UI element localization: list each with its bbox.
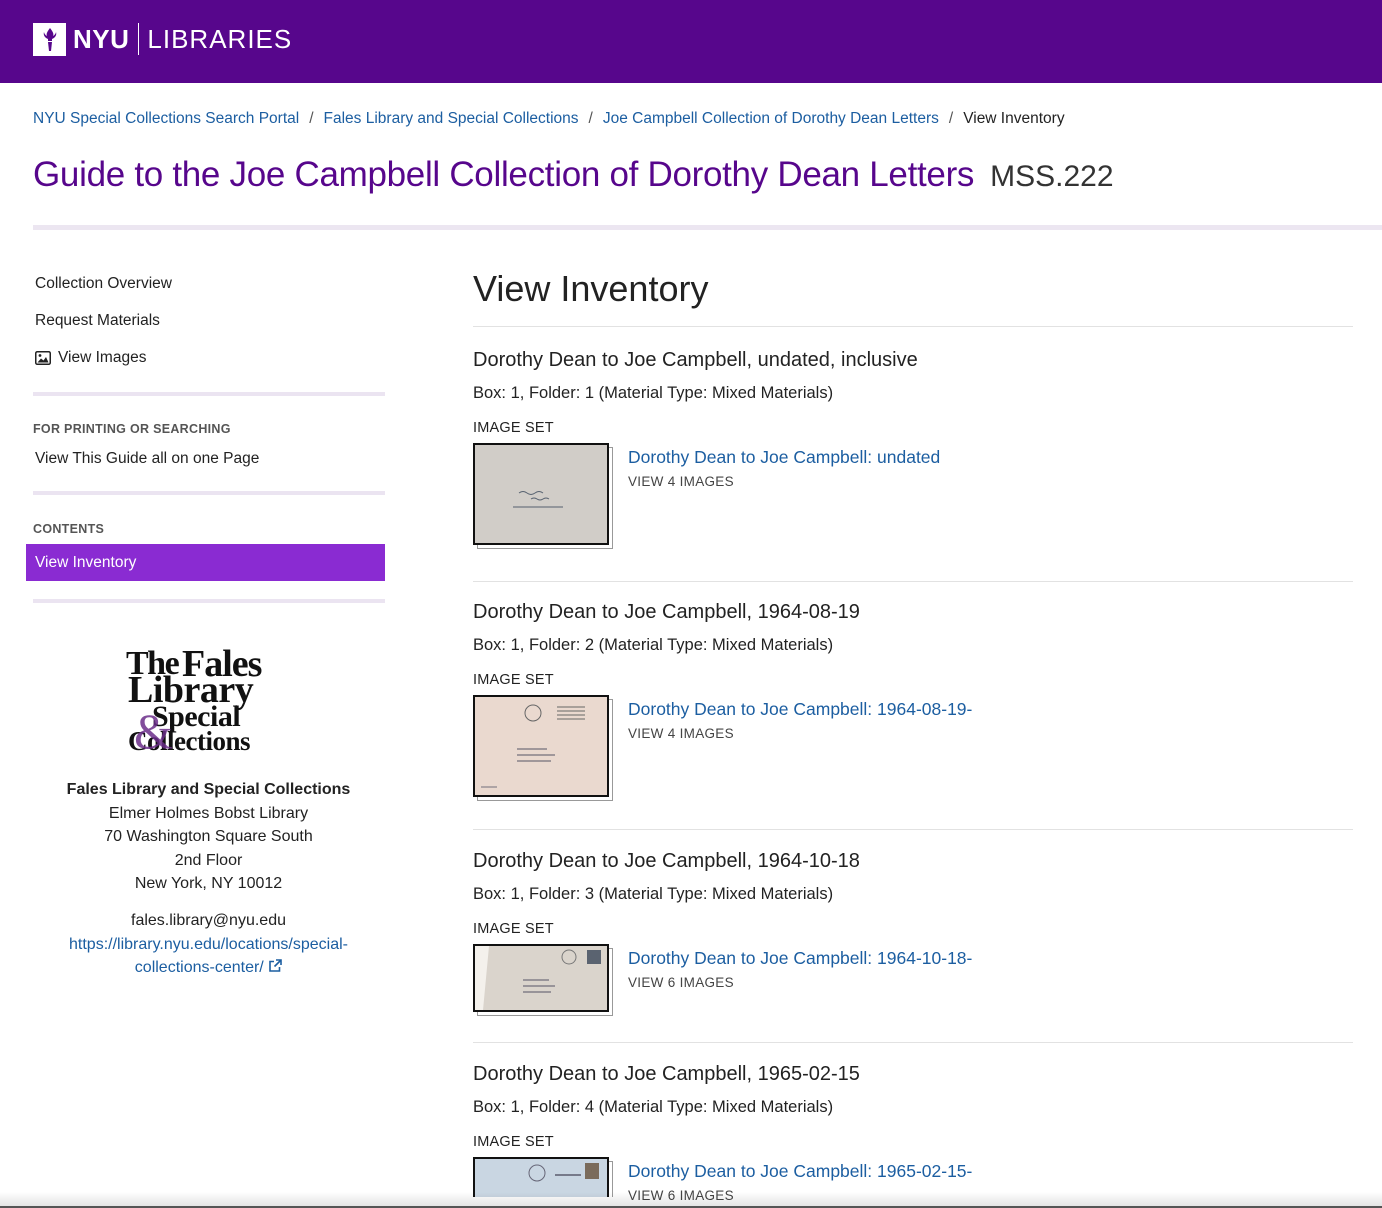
item-title: Dorothy Dean to Joe Campbell, 1964-10-18 <box>473 850 860 872</box>
sidebar-divider <box>33 392 385 396</box>
item-box-info: Box: 1, Folder: 3 (Material Type: Mixed … <box>473 885 834 903</box>
logo-divider <box>138 23 140 55</box>
library-website-link[interactable]: https://library.nyu.edu/locations/specia… <box>69 936 348 977</box>
sidebar-item-request-materials[interactable]: Request Materials <box>26 305 385 337</box>
item-divider <box>473 1042 1353 1043</box>
sidebar-item-label: View Inventory <box>35 553 137 571</box>
image-set-label: IMAGE SET <box>473 921 554 937</box>
breadcrumb-separator: / <box>948 110 954 127</box>
site-header: NYU LIBRARIES <box>0 0 1382 83</box>
item-divider <box>473 829 1353 830</box>
nyu-libraries-logo[interactable]: NYU LIBRARIES <box>33 22 292 56</box>
item-box-info: Box: 1, Folder: 4 (Material Type: Mixed … <box>473 1098 834 1116</box>
section-divider <box>473 326 1353 327</box>
inventory-item: Dorothy Dean to Joe Campbell, 1965-02-15… <box>473 1063 1353 1203</box>
sidebar-item-label: Request Materials <box>35 312 160 329</box>
breadcrumb-separator: / <box>309 110 314 127</box>
library-address: Fales Library and Special Collections El… <box>26 778 391 981</box>
item-title: Dorothy Dean to Joe Campbell, 1964-08-19 <box>473 601 860 623</box>
image-set-label: IMAGE SET <box>473 1134 554 1150</box>
address-line: 70 Washington Square South <box>104 828 313 846</box>
breadcrumb-link-collection[interactable]: Joe Campbell Collection of Dorothy Dean … <box>603 110 939 128</box>
thumbnail-envelope-image <box>473 695 609 797</box>
inventory-item: Dorothy Dean to Joe Campbell, 1964-08-19… <box>473 601 1353 801</box>
sidebar-heading-contents: CONTENTS <box>33 522 105 536</box>
address-line: Elmer Holmes Bobst Library <box>108 804 309 822</box>
item-box-info: Box: 1, Folder: 1 (Material Type: Mixed … <box>473 384 834 402</box>
image-set-link[interactable]: Dorothy Dean to Joe Campbell: undated <box>628 447 940 468</box>
website-url-part1: https://library.nyu.edu/locations/specia… <box>69 935 348 953</box>
image-icon <box>35 351 51 365</box>
page-title: Guide to the Joe Campbell Collection of … <box>33 155 975 194</box>
image-set-link[interactable]: Dorothy Dean to Joe Campbell: 1965-02-15… <box>628 1161 972 1182</box>
nyu-torch-icon <box>33 22 66 56</box>
address-email: fales.library@nyu.edu <box>131 911 286 929</box>
sidebar-divider <box>33 491 385 495</box>
breadcrumb: NYU Special Collections Search Portal / … <box>33 110 1065 128</box>
image-set-thumbnail[interactable] <box>473 695 613 801</box>
fales-library-logo: The Fales Library Special Collections & <box>126 643 296 759</box>
sidebar: Collection Overview Request Materials Vi… <box>26 268 385 603</box>
main-content: View Inventory <box>473 268 1353 327</box>
page-title-row: Guide to the Joe Campbell Collection of … <box>33 155 1114 195</box>
breadcrumb-link-fales[interactable]: Fales Library and Special Collections <box>324 110 579 128</box>
website-url-part2: collections-center/ <box>134 959 264 977</box>
thumbnail-envelope-image <box>473 1157 609 1197</box>
image-set-thumbnail[interactable] <box>473 443 613 549</box>
image-set-thumbnail[interactable] <box>473 944 613 1016</box>
logo-nyu-text: NYU <box>73 23 130 54</box>
item-title: Dorothy Dean to Joe Campbell, 1965-02-15 <box>473 1063 860 1085</box>
image-set-thumbnail[interactable] <box>473 1157 613 1197</box>
breadcrumb-separator: / <box>588 110 593 127</box>
image-set-label: IMAGE SET <box>473 420 554 436</box>
image-set-link[interactable]: Dorothy Dean to Joe Campbell: 1964-08-19… <box>628 699 972 720</box>
item-divider <box>473 581 1353 582</box>
sidebar-item-label: Collection Overview <box>35 275 172 292</box>
svg-text:&: & <box>134 703 173 756</box>
section-title: View Inventory <box>473 268 709 309</box>
sidebar-item-view-images[interactable]: View Images <box>26 342 385 374</box>
sidebar-item-label: View Images <box>58 349 147 366</box>
sidebar-heading-printing: FOR PRINTING OR SEARCHING <box>33 422 231 436</box>
title-divider <box>33 225 1382 230</box>
image-count: VIEW 4 IMAGES <box>628 474 734 489</box>
sidebar-item-label: View This Guide all on one Page <box>35 450 260 467</box>
inventory-item: Dorothy Dean to Joe Campbell, 1964-10-18… <box>473 850 1353 1016</box>
image-set-label: IMAGE SET <box>473 672 554 688</box>
image-count: VIEW 6 IMAGES <box>628 975 734 990</box>
collection-id: MSS.222 <box>990 160 1114 193</box>
sidebar-item-collection-overview[interactable]: Collection Overview <box>26 268 385 300</box>
sidebar-item-view-inventory[interactable]: View Inventory <box>26 544 385 581</box>
logo-libraries-text: LIBRARIES <box>147 23 293 54</box>
inventory-item: Dorothy Dean to Joe Campbell, undated, i… <box>473 349 1353 549</box>
image-count: VIEW 4 IMAGES <box>628 726 734 741</box>
item-box-info: Box: 1, Folder: 2 (Material Type: Mixed … <box>473 636 834 654</box>
address-line: 2nd Floor <box>174 851 243 869</box>
thumbnail-envelope-image <box>473 944 609 1012</box>
thumbnail-envelope-image <box>473 443 609 545</box>
sidebar-item-view-all-one-page[interactable]: View This Guide all on one Page <box>26 445 385 473</box>
external-link-icon <box>268 957 283 981</box>
breadcrumb-current: View Inventory <box>963 110 1065 127</box>
breadcrumb-link-portal[interactable]: NYU Special Collections Search Portal <box>33 110 299 128</box>
item-title: Dorothy Dean to Joe Campbell, undated, i… <box>473 349 918 371</box>
address-line: New York, NY 10012 <box>134 875 283 893</box>
address-library-name: Fales Library and Special Collections <box>66 781 351 798</box>
sidebar-divider <box>33 599 385 603</box>
image-set-link[interactable]: Dorothy Dean to Joe Campbell: 1964-10-18… <box>628 948 972 969</box>
